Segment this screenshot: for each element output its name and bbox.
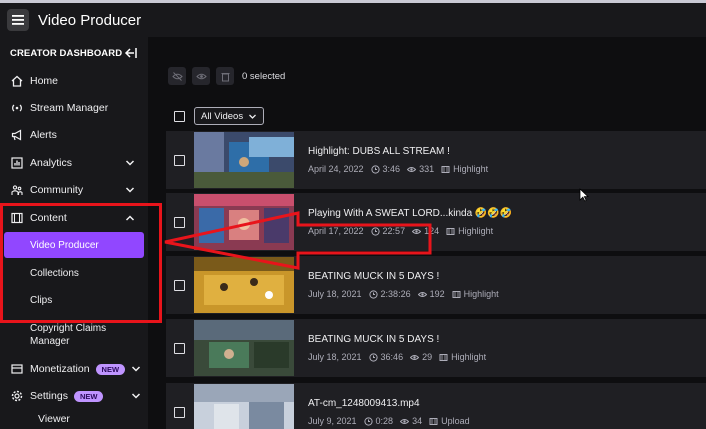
eye-icon	[417, 291, 427, 297]
publish-button[interactable]	[192, 67, 210, 85]
chevron-down-icon	[125, 160, 135, 166]
chevron-down-icon	[131, 366, 141, 372]
row-checkbox[interactable]	[174, 279, 185, 291]
chevron-down-icon	[125, 187, 135, 193]
sidebar-item-community[interactable]: Community	[0, 177, 148, 203]
row-checkbox[interactable]	[174, 342, 185, 354]
video-date: July 18, 2021	[308, 352, 362, 362]
eye-icon	[407, 166, 417, 172]
sidebar-heading: CREATOR DASHBOARD	[10, 48, 123, 59]
video-date: April 24, 2022	[308, 164, 364, 174]
dropdown-label: All Videos	[201, 110, 244, 122]
video-filter-dropdown[interactable]: All Videos	[194, 107, 265, 125]
sidebar-item-alerts[interactable]: Alerts	[0, 122, 148, 148]
highlight-icon	[452, 290, 461, 298]
monetization-icon	[10, 362, 24, 376]
highlight-icon	[439, 353, 448, 361]
sidebar-item-label: Analytics	[30, 157, 73, 169]
table-row[interactable]: BEATING MUCK IN 5 DAYS ! July 18, 2021 3…	[166, 319, 706, 377]
sidebar-subitem-label: Copyright Claims Manager	[30, 323, 107, 347]
sidebar-item-label: Alerts	[30, 129, 57, 141]
sidebar-item-home[interactable]: Home	[0, 68, 148, 94]
chart-icon	[10, 156, 24, 170]
video-views: 192	[429, 289, 445, 299]
sidebar-item-label: Stream Manager	[30, 102, 109, 114]
home-icon	[10, 74, 24, 88]
filter-row: All Videos	[174, 107, 265, 125]
selected-count: 0 selected	[242, 70, 286, 82]
upload-icon	[429, 417, 438, 425]
app-title: Video Producer	[38, 11, 142, 29]
table-row[interactable]: AT-cm_1248009413.mp4 July 9, 2021 0:28 3…	[166, 383, 706, 429]
video-type: Highlight	[451, 352, 487, 362]
annotation-arrow	[164, 211, 432, 270]
chevron-down-icon	[131, 393, 141, 399]
sidebar-item-label: Home	[30, 75, 59, 87]
highlight-icon	[446, 227, 455, 235]
clock-icon	[370, 164, 380, 174]
video-title[interactable]: AT-cm_1248009413.mp4	[308, 398, 470, 409]
hamburger-icon	[12, 15, 24, 25]
sidebar-item-analytics[interactable]: Analytics	[0, 150, 148, 176]
sidebar-item-label: Monetization	[30, 363, 90, 375]
sidebar-subitem-copyright-claims[interactable]: Copyright Claims Manager	[4, 320, 114, 350]
menu-button[interactable]	[7, 9, 29, 31]
bulk-toolbar: 0 selected	[168, 67, 285, 85]
video-views: 331	[419, 164, 435, 174]
chevron-down-icon	[249, 114, 257, 119]
annotation-highlight-box	[0, 203, 162, 323]
select-all-checkbox[interactable]	[174, 110, 185, 122]
eye-off-icon	[171, 71, 183, 81]
video-duration: 36:46	[380, 352, 404, 362]
mouse-cursor-icon	[579, 188, 589, 202]
video-type: Highlight	[453, 164, 489, 174]
eye-icon	[195, 73, 207, 79]
sidebar-item-viewer[interactable]: Viewer	[0, 413, 148, 429]
video-type: Highlight	[458, 226, 494, 236]
broadcast-icon	[10, 101, 24, 115]
clock-icon	[368, 352, 378, 362]
new-badge: NEW	[95, 363, 126, 375]
clock-icon	[368, 289, 378, 299]
clock-icon	[363, 416, 373, 426]
new-badge: NEW	[73, 390, 104, 402]
video-duration: 0:28	[375, 416, 394, 426]
video-thumbnail[interactable]	[194, 132, 294, 188]
eye-icon	[400, 418, 410, 424]
row-checkbox[interactable]	[174, 406, 185, 418]
table-row[interactable]: Highlight: DUBS ALL STREAM ! April 24, 2…	[166, 131, 706, 189]
sidebar-item-stream-manager[interactable]: Stream Manager	[0, 95, 148, 121]
video-type: Highlight	[463, 289, 499, 299]
gear-icon	[10, 389, 24, 403]
sidebar-item-settings[interactable]: Settings NEW	[0, 383, 148, 409]
community-icon	[10, 183, 24, 197]
delete-button[interactable]	[216, 67, 234, 85]
trash-icon	[221, 72, 229, 81]
video-thumbnail[interactable]	[194, 384, 294, 429]
video-title[interactable]: Highlight: DUBS ALL STREAM !	[308, 146, 488, 157]
row-checkbox[interactable]	[174, 154, 185, 166]
video-date: July 18, 2021	[308, 289, 362, 299]
eye-icon	[410, 354, 420, 360]
video-views: 29	[422, 352, 433, 362]
sidebar-item-label: Community	[30, 184, 84, 196]
video-views: 34	[412, 416, 423, 426]
sidebar-item-label: Settings	[30, 390, 68, 402]
video-thumbnail[interactable]	[194, 320, 294, 376]
collapse-sidebar-icon[interactable]	[124, 47, 137, 59]
video-type: Upload	[441, 416, 470, 426]
video-duration: 2:38:26	[380, 289, 411, 299]
megaphone-icon	[10, 128, 24, 142]
unpublish-button[interactable]	[168, 67, 186, 85]
video-date: July 9, 2021	[308, 416, 357, 426]
top-header: Video Producer	[0, 3, 706, 37]
video-duration: 3:46	[382, 164, 401, 174]
video-title[interactable]: BEATING MUCK IN 5 DAYS !	[308, 334, 486, 345]
sidebar-item-label: Viewer	[38, 413, 70, 425]
highlight-icon	[441, 165, 450, 173]
sidebar-item-monetization[interactable]: Monetization NEW	[0, 356, 148, 382]
